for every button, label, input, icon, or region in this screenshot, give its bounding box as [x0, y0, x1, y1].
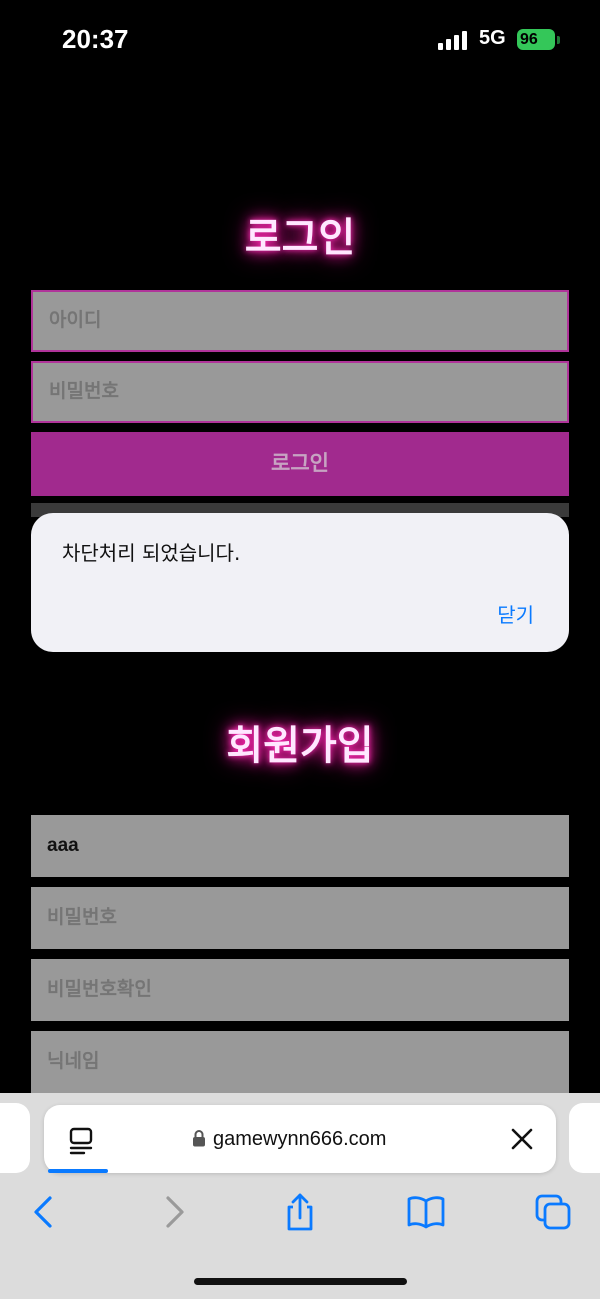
- home-indicator: [194, 1278, 407, 1285]
- battery-icon: 96: [517, 29, 555, 50]
- status-time: 20:37: [62, 24, 129, 54]
- alert-message: 차단처리 되었습니다.: [62, 541, 241, 565]
- share-icon[interactable]: [280, 1192, 320, 1232]
- signal-icon: [438, 30, 470, 50]
- status-bar: 20:37 5G 96: [0, 0, 600, 80]
- page-menu-icon[interactable]: [66, 1124, 98, 1156]
- network-type: 5G: [479, 27, 506, 49]
- previous-tab[interactable]: [0, 1103, 30, 1173]
- signup-password-confirm-input[interactable]: [31, 959, 569, 1021]
- url-text[interactable]: gamewynn666.com: [213, 1128, 386, 1151]
- tabs-icon[interactable]: [533, 1192, 573, 1232]
- back-icon[interactable]: [24, 1192, 64, 1232]
- login-title: 로그인: [244, 215, 356, 261]
- login-password-input[interactable]: [31, 361, 569, 423]
- page-load-progress: [48, 1169, 108, 1173]
- signup-nickname-input[interactable]: [31, 1031, 569, 1093]
- close-icon[interactable]: [508, 1125, 536, 1153]
- login-id-input[interactable]: [31, 290, 569, 352]
- signup-password-input[interactable]: [31, 887, 569, 949]
- alert-close-button[interactable]: 닫기: [497, 599, 534, 628]
- lock-icon: [193, 1130, 205, 1147]
- signup-id-input[interactable]: [31, 815, 569, 877]
- alert-dialog: 차단처리 되었습니다. 닫기: [31, 513, 569, 652]
- forward-icon[interactable]: [154, 1192, 194, 1232]
- battery-cap: [557, 36, 560, 44]
- login-button[interactable]: 로그인: [31, 432, 569, 496]
- next-tab[interactable]: [569, 1103, 600, 1173]
- battery-level: 96: [520, 31, 538, 48]
- bookmarks-icon[interactable]: [406, 1192, 446, 1232]
- signup-title: 회원가입: [226, 723, 374, 769]
